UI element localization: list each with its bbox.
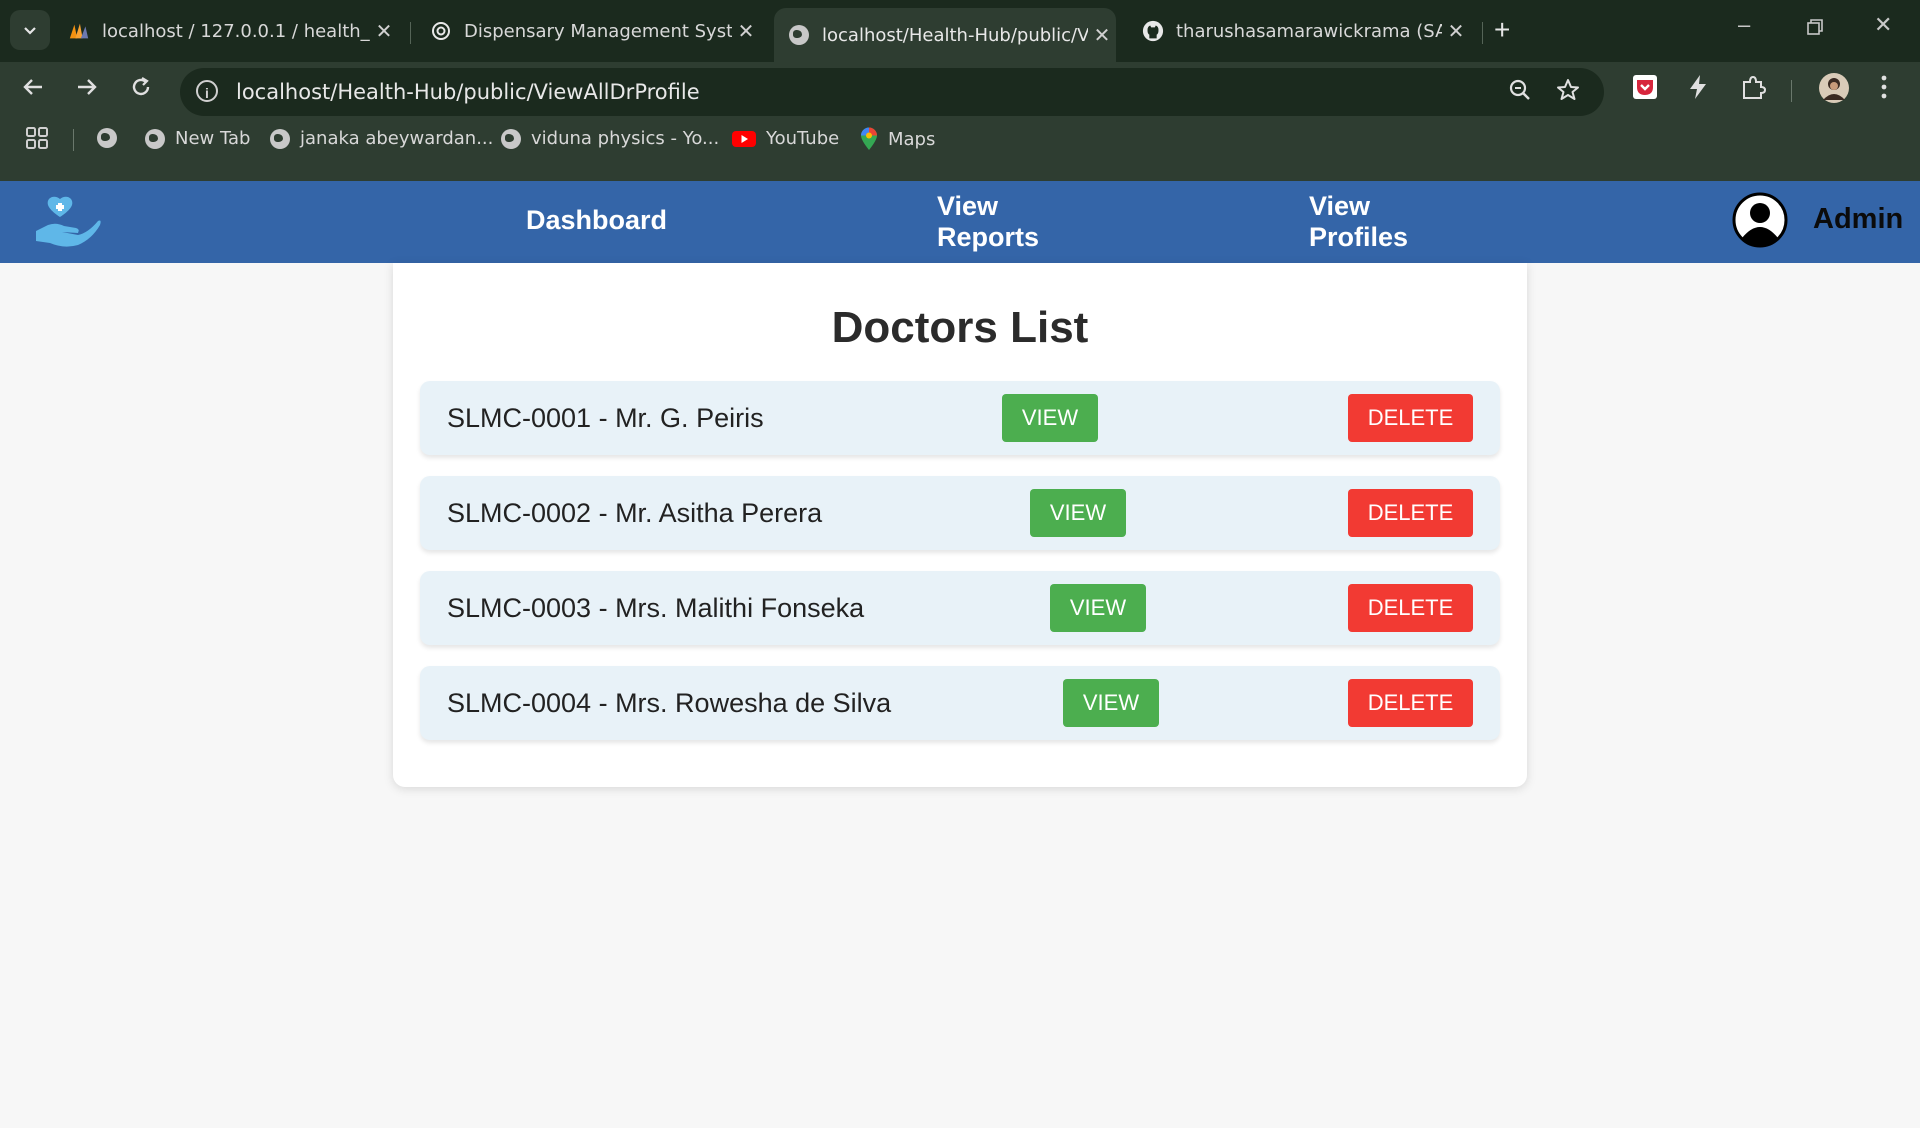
doctor-name: SLMC-0001 - Mr. G. Peiris: [447, 403, 764, 433]
browser-tab[interactable]: localhost / 127.0.0.1 / health_hu ✕: [68, 8, 398, 54]
doctors-list-card: Doctors List SLMC-0001 - Mr. G. Peiris V…: [393, 263, 1527, 787]
tab-title: localhost / 127.0.0.1 / health_hu: [102, 20, 370, 42]
tab-title: localhost/Health-Hub/public/Vi: [822, 24, 1088, 46]
globe-icon: [145, 128, 165, 149]
user-avatar-icon[interactable]: [1732, 192, 1788, 253]
health-hub-logo-icon[interactable]: [34, 195, 102, 254]
zoom-icon[interactable]: [1508, 78, 1532, 109]
delete-button[interactable]: DELETE: [1348, 489, 1473, 537]
chatgpt-icon: [430, 20, 452, 42]
tab-divider: [1482, 22, 1483, 44]
globe-icon: [97, 128, 117, 148]
doctor-row: SLMC-0003 - Mrs. Malithi Fonseka VIEW DE…: [420, 571, 1500, 645]
bookmark-globe-item[interactable]: [97, 128, 127, 148]
back-arrow-icon[interactable]: [22, 76, 44, 105]
bookmark-label: viduna physics - Yo...: [531, 128, 720, 149]
tab-search-button[interactable]: [10, 10, 50, 50]
close-icon[interactable]: ✕: [1088, 23, 1116, 47]
bookmark-new-tab[interactable]: New Tab: [145, 128, 250, 149]
bookmarks-divider: [73, 129, 74, 151]
tab-title: tharushasamarawickrama (SAM: [1176, 20, 1442, 42]
restore-icon[interactable]: [1806, 16, 1824, 42]
toolbar-divider: [1791, 80, 1792, 102]
browser-tab[interactable]: tharushasamarawickrama (SAM ✕: [1142, 8, 1470, 54]
pocket-extension-icon[interactable]: [1632, 74, 1658, 105]
globe-icon: [270, 128, 290, 149]
bookmark-star-icon[interactable]: [1556, 78, 1580, 109]
bookmark-maps[interactable]: Maps: [860, 127, 935, 151]
bookmark-label: Maps: [888, 128, 936, 150]
globe-icon: [788, 24, 810, 46]
nav-view-reports[interactable]: View Reports: [937, 191, 1057, 253]
nav-view-profiles[interactable]: View Profiles: [1309, 191, 1429, 253]
phpmyadmin-icon: [68, 20, 90, 42]
tab-divider: [410, 22, 411, 44]
close-icon[interactable]: ✕: [370, 19, 398, 43]
nav-dashboard[interactable]: Dashboard: [526, 205, 667, 236]
address-bar[interactable]: i localhost/Health-Hub/public/ViewAllDrP…: [180, 68, 1604, 116]
reload-icon[interactable]: [130, 76, 152, 105]
doctor-name: SLMC-0002 - Mr. Asitha Perera: [447, 498, 823, 528]
browser-toolbar: i localhost/Health-Hub/public/ViewAllDrP…: [0, 62, 1920, 119]
apps-grid-icon[interactable]: [26, 127, 48, 149]
close-icon[interactable]: ✕: [732, 19, 760, 43]
minimize-icon[interactable]: –: [1738, 12, 1750, 38]
tab-title: Dispensary Management Syster: [464, 20, 732, 42]
view-button[interactable]: VIEW: [1063, 679, 1159, 727]
browser-tab-active[interactable]: localhost/Health-Hub/public/Vi ✕: [774, 8, 1116, 62]
app-header: Dashboard View Reports View Profiles Adm…: [0, 181, 1920, 263]
bookmark-label: New Tab: [175, 128, 251, 149]
bookmark-label: YouTube: [766, 128, 840, 149]
view-button[interactable]: VIEW: [1002, 394, 1098, 442]
delete-button[interactable]: DELETE: [1348, 394, 1473, 442]
bookmarks-bar: New Tab janaka abeywardan... viduna phys…: [0, 119, 1920, 181]
doctor-row: SLMC-0004 - Mrs. Rowesha de Silva VIEW D…: [420, 666, 1500, 740]
site-info-icon[interactable]: i: [196, 80, 218, 102]
forward-arrow-icon[interactable]: [76, 76, 98, 105]
doctor-row: SLMC-0001 - Mr. G. Peiris VIEW DELETE: [420, 381, 1500, 455]
user-name-label[interactable]: Admin: [1813, 203, 1903, 236]
close-icon[interactable]: ✕: [1442, 19, 1470, 43]
browser-menu-icon[interactable]: [1880, 74, 1888, 105]
profile-avatar[interactable]: [1818, 72, 1850, 109]
youtube-icon: [732, 130, 756, 148]
new-tab-plus-icon[interactable]: +: [1494, 14, 1510, 46]
view-button[interactable]: VIEW: [1050, 584, 1146, 632]
page-title: Doctors List: [831, 303, 1089, 352]
window-close-icon[interactable]: ✕: [1874, 12, 1892, 38]
github-icon: [1142, 20, 1164, 42]
lightning-extension-icon[interactable]: [1686, 74, 1710, 105]
doctor-name: SLMC-0004 - Mrs. Rowesha de Silva: [447, 688, 892, 718]
doctor-row: SLMC-0002 - Mr. Asitha Perera VIEW DELET…: [420, 476, 1500, 550]
view-button[interactable]: VIEW: [1030, 489, 1126, 537]
globe-icon: [501, 128, 521, 149]
bookmark-label: janaka abeywardan...: [300, 128, 494, 149]
chevron-down-icon: [24, 27, 36, 35]
extensions-puzzle-icon[interactable]: [1740, 74, 1767, 105]
doctor-name: SLMC-0003 - Mrs. Malithi Fonseka: [447, 593, 865, 623]
browser-tabstrip: localhost / 127.0.0.1 / health_hu ✕ Disp…: [0, 0, 1920, 62]
bookmark-youtube[interactable]: YouTube: [732, 128, 839, 149]
delete-button[interactable]: DELETE: [1348, 679, 1473, 727]
browser-tab[interactable]: Dispensary Management Syster ✕: [430, 8, 760, 54]
address-url[interactable]: localhost/Health-Hub/public/ViewAllDrPro…: [236, 80, 700, 104]
bookmark-janaka[interactable]: janaka abeywardan...: [270, 128, 493, 149]
delete-button[interactable]: DELETE: [1348, 584, 1473, 632]
maps-icon: [860, 127, 878, 151]
bookmark-viduna-physics[interactable]: viduna physics - Yo...: [501, 128, 719, 149]
